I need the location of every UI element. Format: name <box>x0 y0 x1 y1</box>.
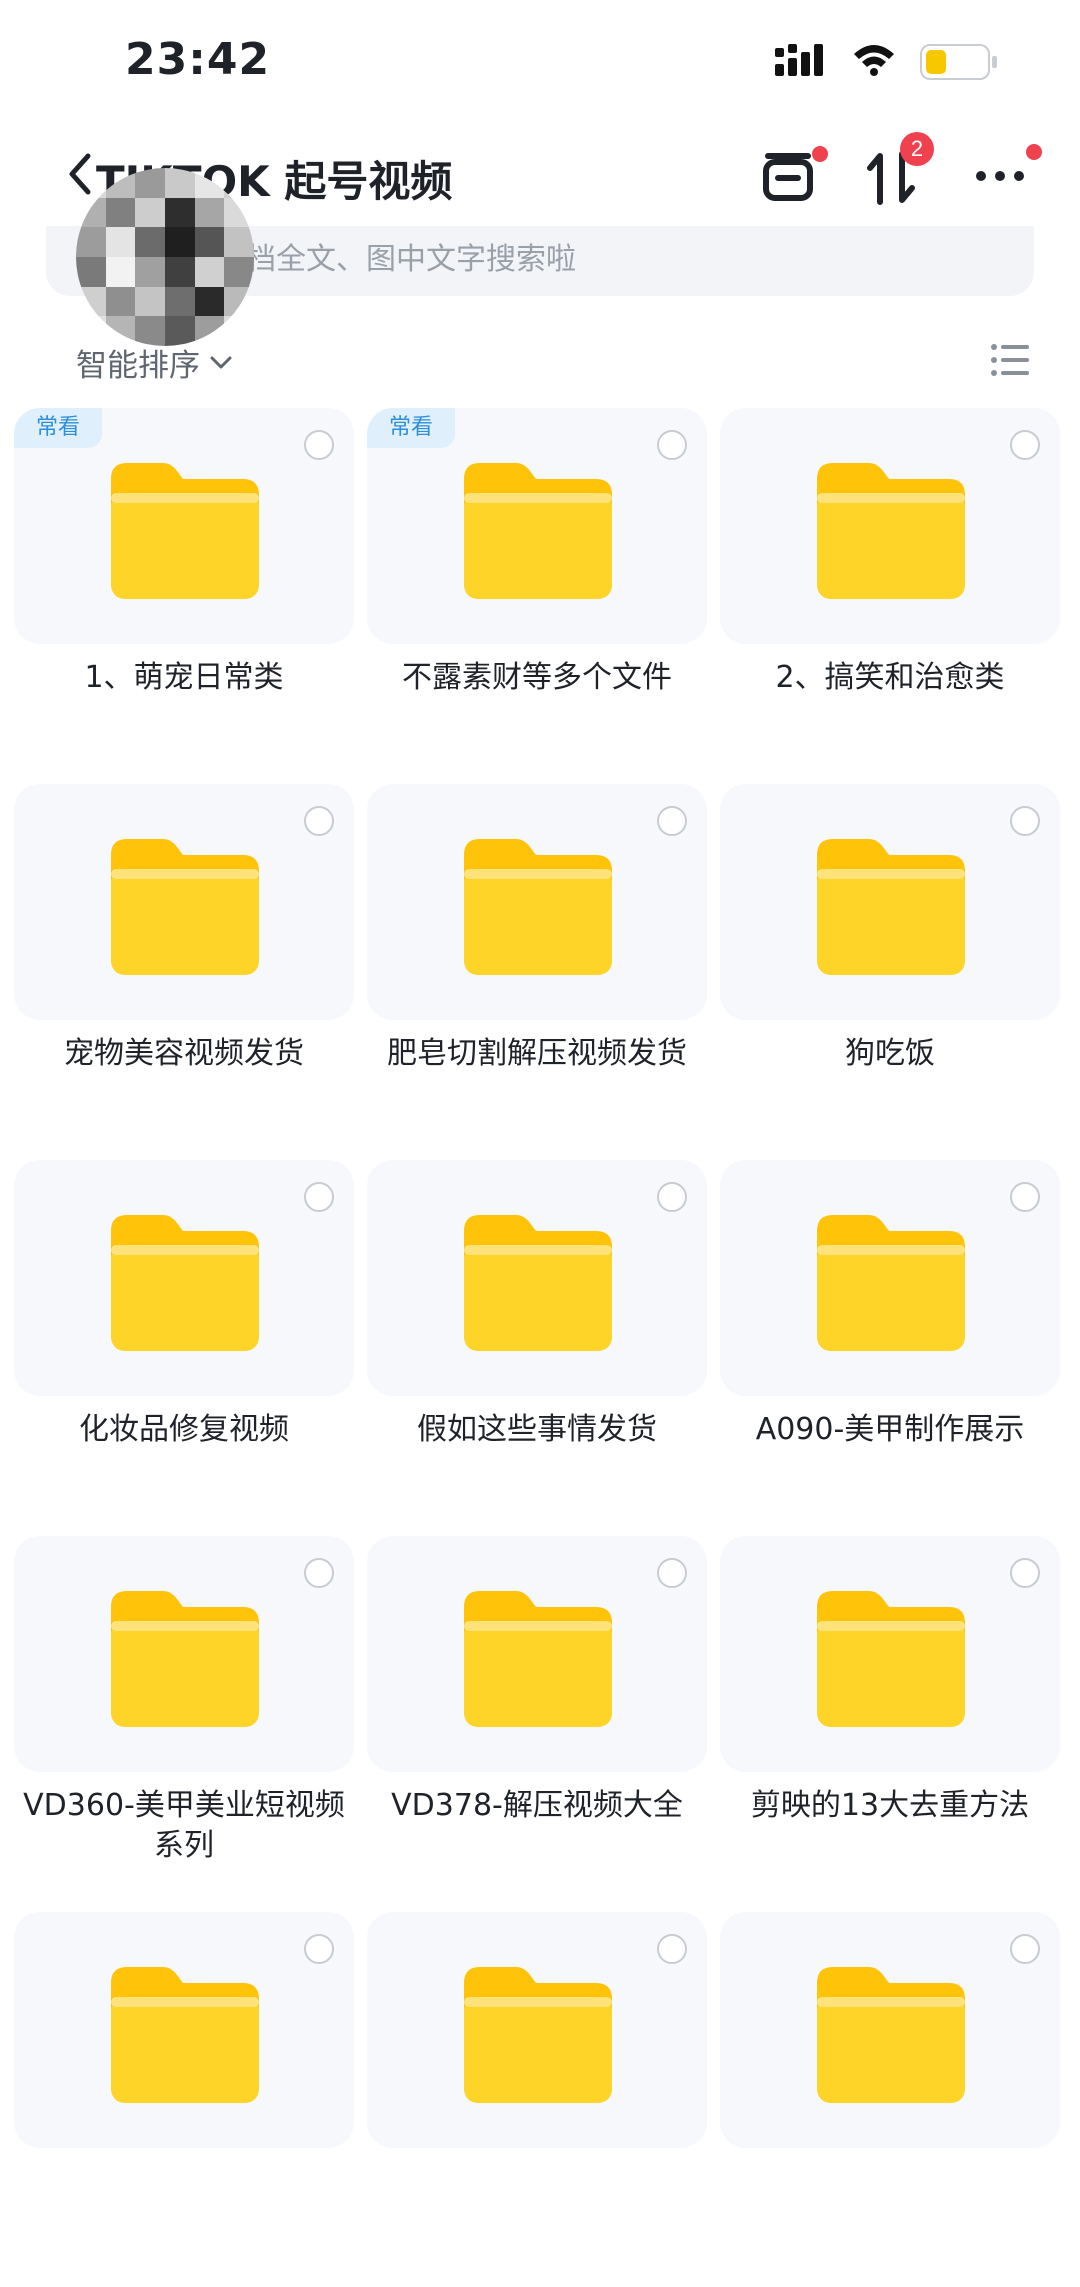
select-checkbox[interactable] <box>304 1934 334 1964</box>
folder-item[interactable]: 化妆品修复视频 <box>14 1160 354 1535</box>
folder-icon <box>817 839 965 975</box>
select-checkbox[interactable] <box>1010 806 1040 836</box>
folder-card[interactable] <box>14 1912 354 2148</box>
folder-item[interactable] <box>367 1912 707 2287</box>
folder-item[interactable]: 肥皂切割解压视频发货 <box>367 784 707 1159</box>
folder-name: 假如这些事情发货 <box>417 1412 657 1447</box>
select-checkbox[interactable] <box>657 430 687 460</box>
folder-name: VD378-解压视频大全 <box>391 1788 683 1823</box>
folder-item[interactable]: 常看不露素财等多个文件 <box>367 408 707 783</box>
frequent-tag: 常看 <box>367 408 455 448</box>
frequent-tag: 常看 <box>14 408 102 448</box>
select-checkbox[interactable] <box>657 806 687 836</box>
folder-item[interactable]: 狗吃饭 <box>720 784 1060 1159</box>
transfer-count-badge: 2 <box>900 132 934 166</box>
folder-item[interactable] <box>720 1912 1060 2287</box>
folder-card[interactable] <box>14 1536 354 1772</box>
notification-dot <box>1026 144 1042 160</box>
folder-icon <box>464 1591 612 1727</box>
select-checkbox[interactable] <box>657 1182 687 1212</box>
folder-name: 狗吃饭 <box>845 1036 935 1071</box>
folder-item[interactable]: A090-美甲制作展示 <box>720 1160 1060 1535</box>
folder-card[interactable] <box>720 408 1060 644</box>
folder-item[interactable]: 2、搞笑和治愈类 <box>720 408 1060 783</box>
folder-card[interactable] <box>14 1160 354 1396</box>
select-checkbox[interactable] <box>304 1558 334 1588</box>
select-checkbox[interactable] <box>1010 1182 1040 1212</box>
chevron-down-icon <box>210 356 232 368</box>
folder-name: VD360-美甲美业短视频系列 <box>23 1788 345 1863</box>
wifi-icon <box>854 45 894 76</box>
folder-item[interactable]: VD360-美甲美业短视频系列 <box>14 1536 354 1911</box>
folder-card[interactable] <box>367 784 707 1020</box>
folder-card[interactable]: 常看 <box>367 408 707 644</box>
folder-name: 肥皂切割解压视频发货 <box>387 1036 687 1071</box>
sort-label: 智能排序 <box>76 348 200 384</box>
folder-icon <box>111 1591 259 1727</box>
select-checkbox[interactable] <box>657 1934 687 1964</box>
list-view-icon[interactable] <box>990 342 1030 378</box>
folder-card[interactable] <box>14 784 354 1020</box>
folder-name: 宠物美容视频发货 <box>64 1036 304 1071</box>
folder-icon <box>817 1967 965 2103</box>
status-bar: 23:42 <box>0 0 1080 120</box>
back-icon[interactable] <box>66 152 92 196</box>
select-checkbox[interactable] <box>304 1182 334 1212</box>
select-checkbox[interactable] <box>304 806 334 836</box>
folder-name: 2、搞笑和治愈类 <box>775 660 1005 695</box>
battery-icon <box>920 44 997 80</box>
select-checkbox[interactable] <box>304 430 334 460</box>
select-checkbox[interactable] <box>1010 1558 1040 1588</box>
folder-icon <box>464 1967 612 2103</box>
signal-icon <box>775 44 823 76</box>
folder-icon <box>817 463 965 599</box>
folder-name: A090-美甲制作展示 <box>755 1412 1025 1447</box>
folder-icon <box>817 1215 965 1351</box>
folder-icon <box>464 463 612 599</box>
folder-icon <box>464 839 612 975</box>
sort-selector[interactable]: 智能排序 <box>76 340 232 385</box>
select-checkbox[interactable] <box>1010 1934 1040 1964</box>
folder-icon <box>111 1215 259 1351</box>
status-time: 23:42 <box>125 34 271 85</box>
folder-item[interactable] <box>14 1912 354 2287</box>
folder-name: 1、萌宠日常类 <box>84 660 284 695</box>
folder-item[interactable]: VD378-解压视频大全 <box>367 1536 707 1911</box>
folder-item[interactable]: 假如这些事情发货 <box>367 1160 707 1535</box>
folder-card[interactable] <box>367 1912 707 2148</box>
search-input[interactable]: 档全文、图中文字搜索啦 <box>246 234 576 278</box>
folder-icon <box>111 839 259 975</box>
folder-card[interactable] <box>367 1536 707 1772</box>
notification-dot <box>812 146 828 162</box>
folder-card[interactable] <box>720 1536 1060 1772</box>
folder-card[interactable] <box>720 1912 1060 2148</box>
folder-name: 化妆品修复视频 <box>79 1412 289 1447</box>
folder-name: 剪映的13大去重方法 <box>750 1788 1030 1823</box>
folder-name: 不露素财等多个文件 <box>402 660 672 695</box>
folder-card[interactable]: 常看 <box>14 408 354 644</box>
folder-icon <box>817 1591 965 1727</box>
cloud-box-icon[interactable] <box>760 148 816 204</box>
folder-card[interactable] <box>720 1160 1060 1396</box>
more-icon[interactable] <box>975 166 1025 186</box>
avatar <box>76 168 254 346</box>
folder-icon <box>111 463 259 599</box>
select-checkbox[interactable] <box>657 1558 687 1588</box>
folder-icon <box>111 1967 259 2103</box>
folder-item[interactable]: 常看 1、萌宠日常类 <box>14 408 354 783</box>
folder-card[interactable] <box>367 1160 707 1396</box>
folder-card[interactable] <box>720 784 1060 1020</box>
folder-icon <box>464 1215 612 1351</box>
select-checkbox[interactable] <box>1010 430 1040 460</box>
folder-item[interactable]: 剪映的13大去重方法 <box>720 1536 1060 1911</box>
folder-item[interactable]: 宠物美容视频发货 <box>14 784 354 1159</box>
